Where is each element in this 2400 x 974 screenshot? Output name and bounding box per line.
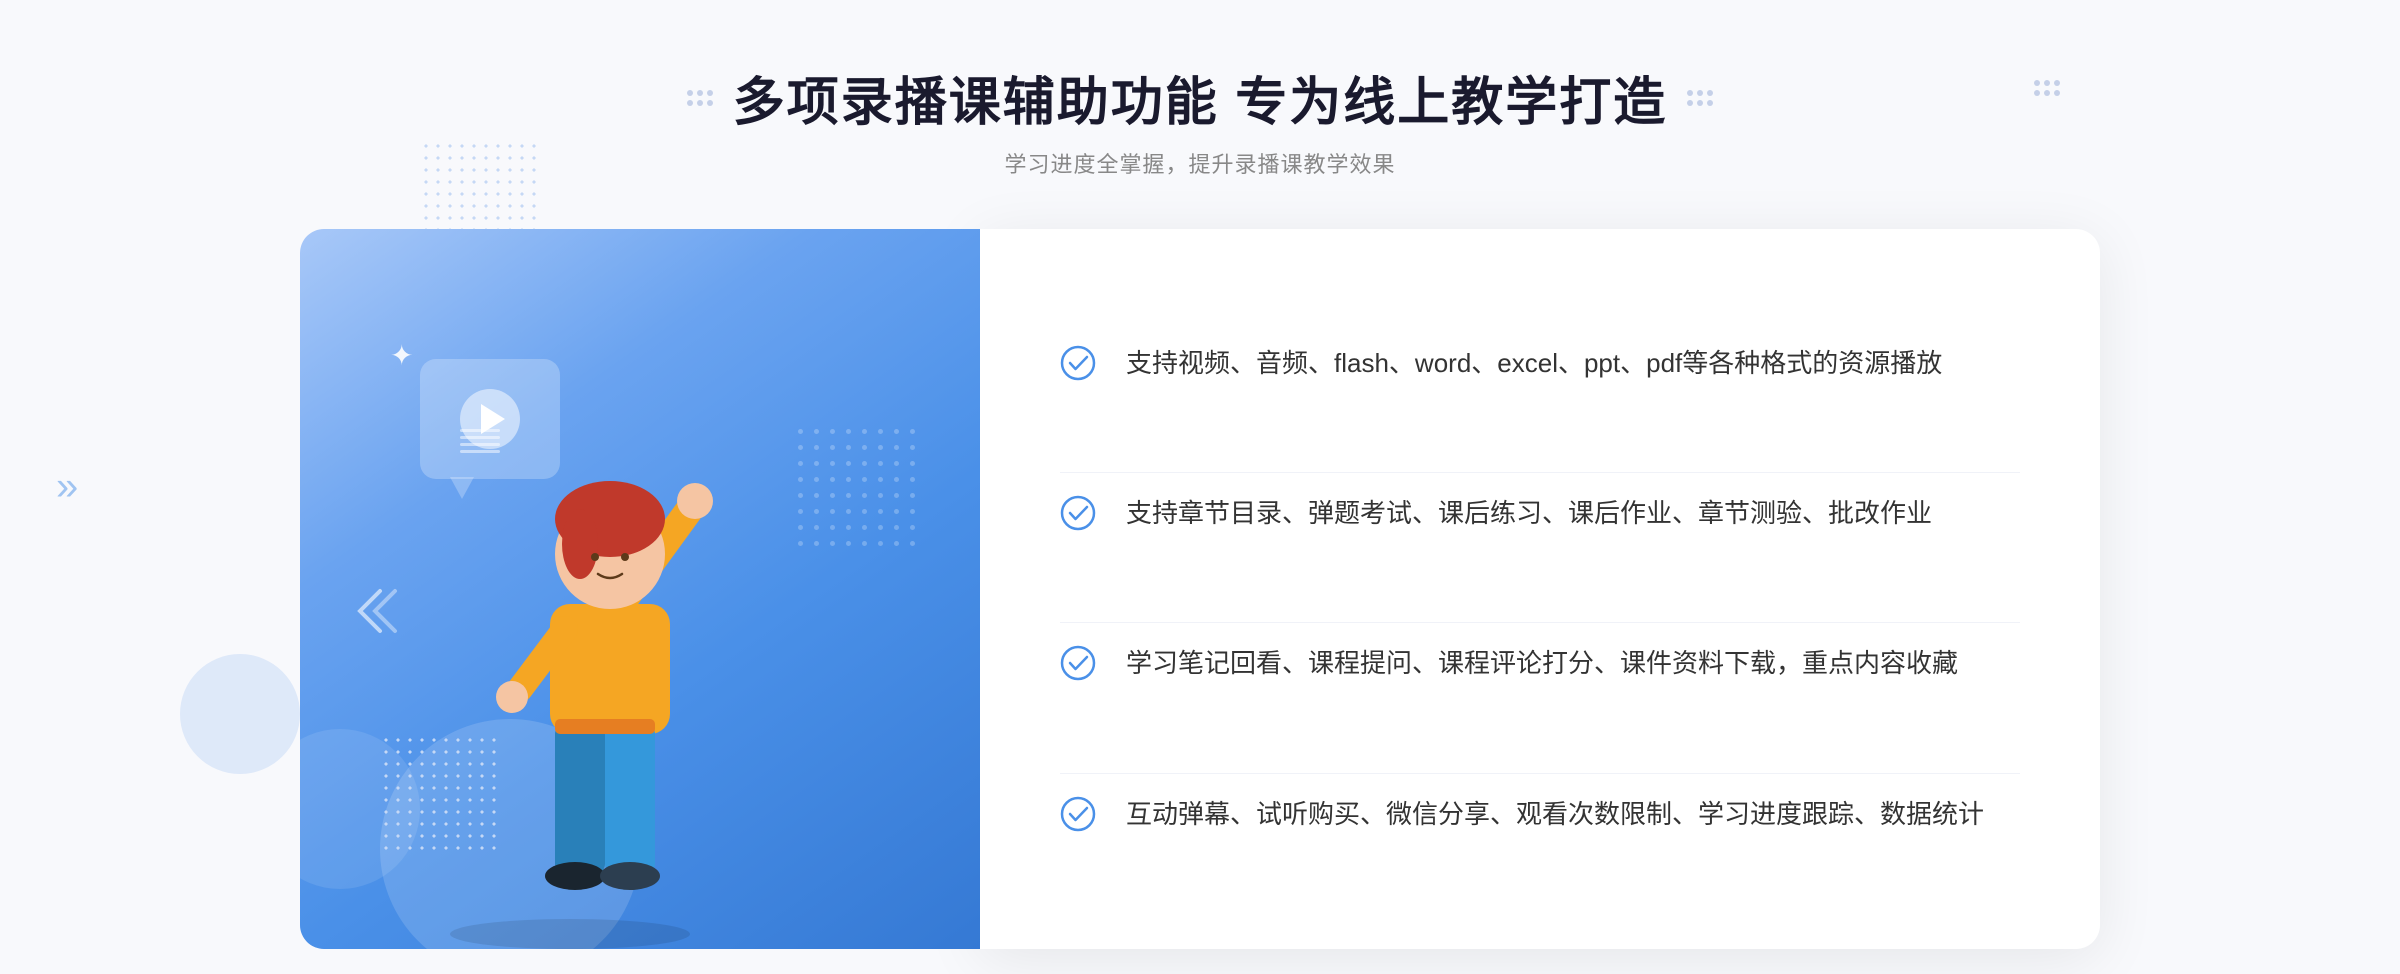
feature-item-4: 互动弹幕、试听购买、微信分享、观看次数限制、学习进度跟踪、数据统计	[1060, 773, 2020, 856]
check-icon-1	[1060, 345, 1096, 381]
main-title: 多项录播课辅助功能 专为线上教学打造	[733, 60, 1667, 135]
header-section: 多项录播课辅助功能 专为线上教学打造 学习进度全掌握，提升录播课教学效果	[687, 60, 1713, 179]
check-icon-4	[1060, 796, 1096, 832]
sparkle-decoration: ✦	[390, 339, 413, 372]
sub-title: 学习进度全掌握，提升录播课教学效果	[687, 147, 1713, 179]
check-icon-3	[1060, 645, 1096, 681]
page-container: 多项录播课辅助功能 专为线上教学打造 学习进度全掌握，提升录播课教学效果 »	[0, 0, 2400, 974]
person-illustration	[380, 389, 760, 949]
check-icon-2	[1060, 495, 1096, 531]
feature-item-2: 支持章节目录、弹题考试、课后练习、课后作业、章节测验、批改作业	[1060, 472, 2020, 555]
feature-text-4: 互动弹幕、试听购买、微信分享、观看次数限制、学习进度跟踪、数据统计	[1126, 794, 1984, 836]
feature-text-3: 学习笔记回看、课程提问、课程评论打分、课件资料下载，重点内容收藏	[1126, 643, 1958, 685]
right-panel: 支持视频、音频、flash、word、excel、ppt、pdf等各种格式的资源…	[980, 229, 2100, 949]
feature-text-2: 支持章节目录、弹题考试、课后练习、课后作业、章节测验、批改作业	[1126, 493, 1932, 535]
content-area: ✦	[300, 229, 2100, 949]
panel-dots-grid	[798, 429, 920, 551]
feature-item-3: 学习笔记回看、课程提问、课程评论打分、课件资料下载，重点内容收藏	[1060, 622, 2020, 705]
feature-item-1: 支持视频、音频、flash、word、excel、ppt、pdf等各种格式的资源…	[1060, 323, 2020, 405]
decorative-dots-bottom-left	[380, 734, 500, 854]
decorator-dots-left	[687, 90, 713, 106]
header-decorators: 多项录播课辅助功能 专为线上教学打造	[687, 60, 1713, 135]
decorative-dots-top-right	[2034, 80, 2060, 96]
decorator-dots-right	[1687, 90, 1713, 106]
arrows-decoration	[350, 581, 400, 649]
side-circle-blue	[180, 654, 300, 774]
chevrons-left-icon: »	[56, 465, 78, 510]
feature-text-1: 支持视频、音频、flash、word、excel、ppt、pdf等各种格式的资源…	[1126, 343, 1942, 385]
